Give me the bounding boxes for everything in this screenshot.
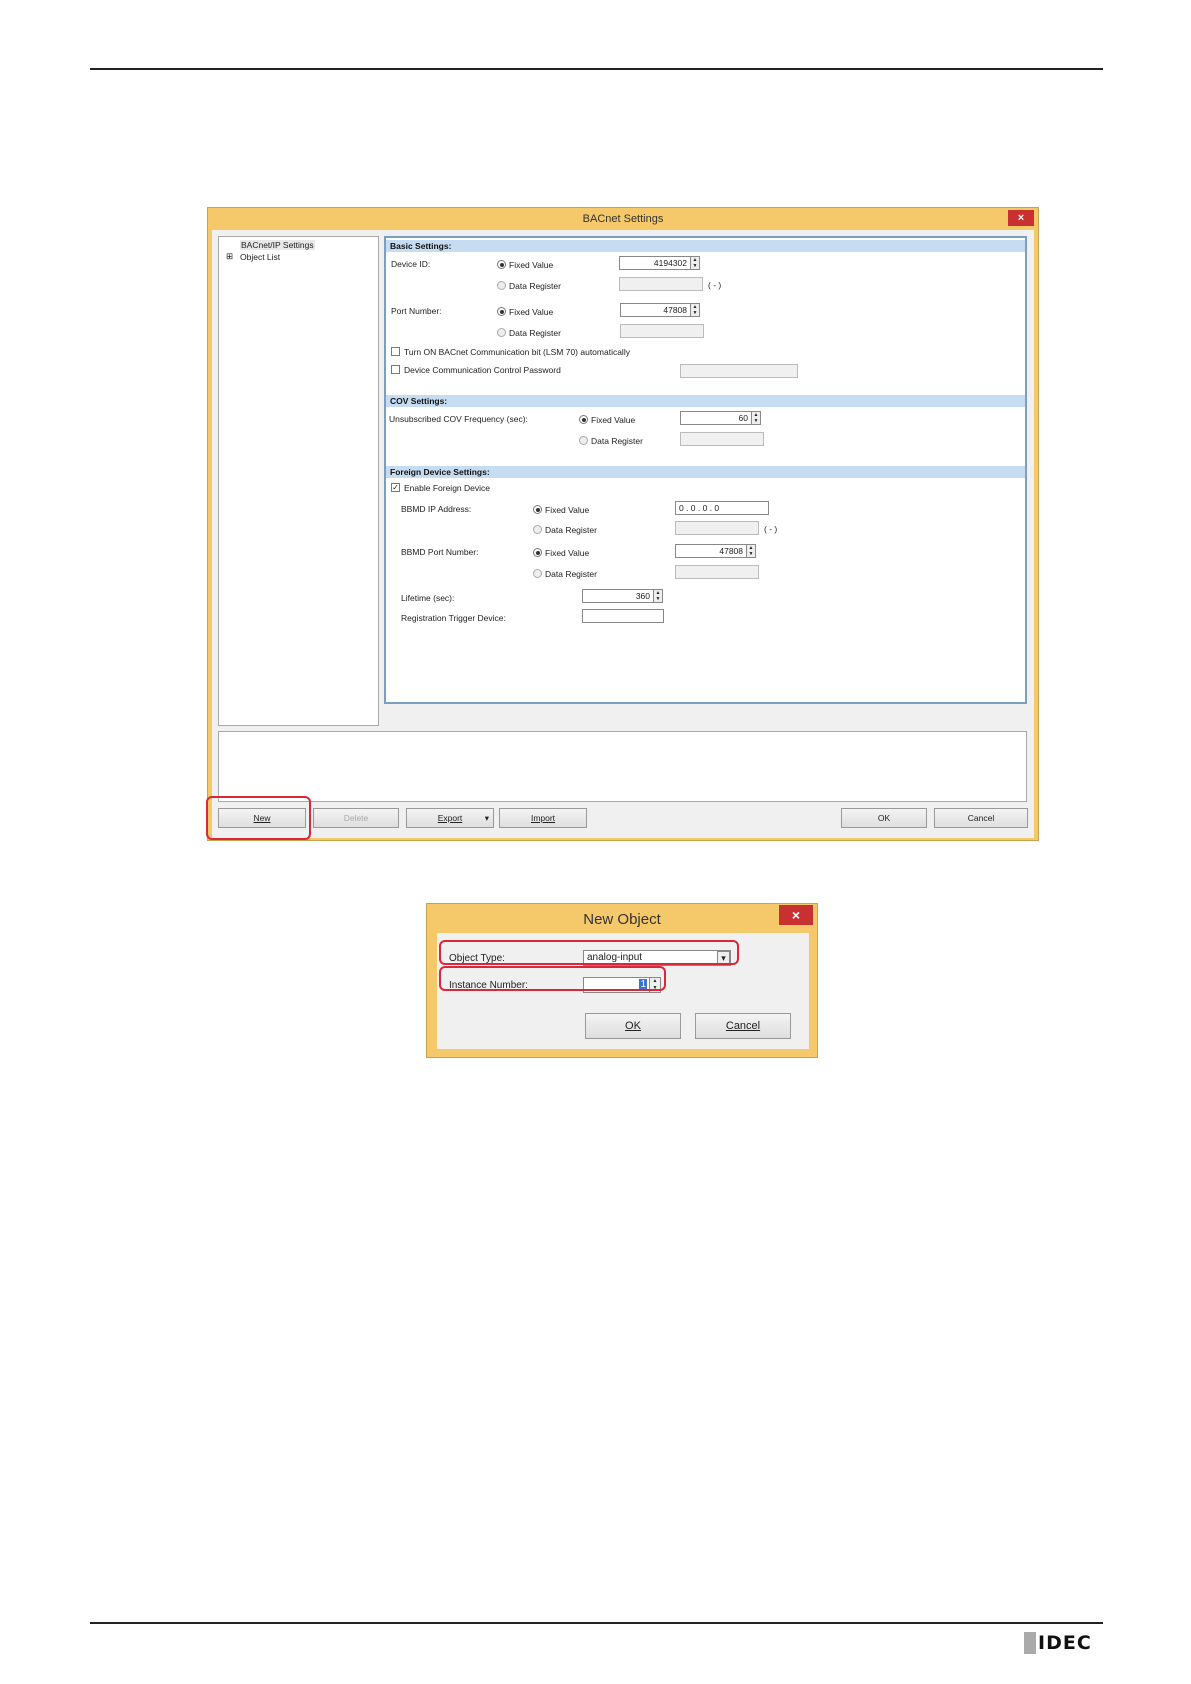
new-object-cancel-button[interactable]: Cancel — [695, 1013, 791, 1039]
cov-fixed-label: Fixed Value — [591, 415, 636, 425]
cov-settings-header: COV Settings: — [386, 395, 1025, 407]
bbmd-ip-register-label: Data Register — [545, 525, 597, 535]
settings-panel: Basic Settings: Device ID: Fixed Value 4… — [384, 236, 1027, 704]
port-number-label: Port Number: — [391, 306, 442, 316]
device-id-spinner[interactable]: ▲ ▼ — [690, 256, 700, 270]
cov-register-input[interactable] — [680, 432, 764, 446]
enable-foreign-checkbox[interactable]: ✓ — [391, 483, 400, 492]
export-label: Export — [437, 813, 463, 823]
device-id-input[interactable]: 4194302 — [619, 256, 691, 270]
ok-button[interactable]: OK — [841, 808, 927, 828]
bbmd-port-register-label: Data Register — [545, 569, 597, 579]
port-register-input[interactable] — [620, 324, 704, 338]
turn-on-checkbox[interactable] — [391, 347, 400, 356]
bbmd-ip-fixed-label: Fixed Value — [545, 505, 590, 515]
foreign-device-header: Foreign Device Settings: — [386, 466, 1025, 478]
idec-logo: IDEC — [1024, 1632, 1092, 1654]
tree-panel[interactable]: BACnet/IP Settings ⊞ Object List — [218, 236, 379, 726]
object-type-highlight — [439, 940, 739, 965]
password-label: Device Communication Control Password — [404, 365, 561, 375]
bbmd-ip-label: BBMD IP Address: — [401, 504, 472, 514]
bbmd-port-input[interactable]: 47808 — [675, 544, 747, 558]
tree-item-bacnet-ip-settings[interactable]: BACnet/IP Settings — [240, 240, 315, 250]
window-title: BACnet Settings — [582, 213, 664, 225]
tree-item-object-list[interactable]: Object List — [240, 252, 280, 262]
password-checkbox[interactable] — [391, 365, 400, 374]
bbmd-ip-fixed-radio[interactable] — [533, 505, 542, 514]
port-number-input[interactable]: 47808 — [620, 303, 691, 317]
bbmd-port-fixed-label: Fixed Value — [545, 548, 590, 558]
device-id-register-input[interactable] — [619, 277, 703, 291]
cancel-button[interactable]: Cancel — [934, 808, 1028, 828]
bbmd-port-register-radio[interactable] — [533, 569, 542, 578]
password-input[interactable] — [680, 364, 798, 378]
port-fixed-label: Fixed Value — [509, 307, 554, 317]
dialog-body: BACnet/IP Settings ⊞ Object List Basic S… — [212, 230, 1034, 838]
bbmd-ip-input[interactable]: 0 . 0 . 0 . 0 — [675, 501, 769, 515]
device-id-register-label: Data Register — [509, 281, 561, 291]
new-button-highlight — [206, 796, 311, 840]
port-fixed-radio[interactable] — [497, 307, 506, 316]
cov-frequency-input[interactable]: 60 — [680, 411, 752, 425]
export-button[interactable]: Export ▾ — [406, 808, 494, 828]
cov-fixed-radio[interactable] — [579, 415, 588, 424]
bacnet-settings-window: BACnet Settings × BACnet/IP Settings ⊞ O… — [207, 207, 1039, 841]
new-object-title: New Object — [583, 911, 661, 928]
cov-frequency-spinner[interactable]: ▲ ▼ — [751, 411, 761, 425]
lifetime-label: Lifetime (sec): — [401, 593, 455, 603]
lifetime-input[interactable]: 360 — [582, 589, 654, 603]
port-register-label: Data Register — [509, 328, 561, 338]
bbmd-port-fixed-radio[interactable] — [533, 548, 542, 557]
bbmd-port-register-input[interactable] — [675, 565, 759, 579]
instance-number-highlight — [439, 966, 666, 991]
registration-trigger-input[interactable] — [582, 609, 664, 623]
logo-bar — [1024, 1632, 1036, 1654]
logo-text: IDEC — [1038, 1632, 1092, 1654]
enable-foreign-label: Enable Foreign Device — [404, 483, 490, 493]
cov-register-radio[interactable] — [579, 436, 588, 445]
basic-settings-header: Basic Settings: — [386, 240, 1025, 252]
message-area — [218, 731, 1027, 802]
cov-frequency-label: Unsubscribed COV Frequency (sec): — [389, 414, 528, 424]
cov-register-label: Data Register — [591, 436, 643, 446]
expand-icon[interactable]: ⊞ — [226, 251, 233, 262]
device-id-label: Device ID: — [391, 259, 431, 269]
lifetime-spinner[interactable]: ▲ ▼ — [653, 589, 663, 603]
device-id-register-radio[interactable] — [497, 281, 506, 290]
bbmd-ip-register-radio[interactable] — [533, 525, 542, 534]
port-register-radio[interactable] — [497, 328, 506, 337]
import-button[interactable]: Import — [499, 808, 587, 828]
port-number-spinner[interactable]: ▲ ▼ — [690, 303, 700, 317]
bbmd-ip-register-suffix: ( - ) — [764, 524, 778, 534]
delete-button[interactable]: Delete — [313, 808, 399, 828]
new-object-close-icon[interactable]: × — [779, 905, 813, 925]
close-icon[interactable]: × — [1008, 210, 1034, 226]
bbmd-port-label: BBMD Port Number: — [401, 547, 479, 557]
bbmd-port-spinner[interactable]: ▲ ▼ — [746, 544, 756, 558]
bottom-rule — [90, 1622, 1103, 1624]
device-id-fixed-label: Fixed Value — [509, 260, 554, 270]
export-dropdown-icon: ▾ — [484, 813, 489, 823]
top-rule — [90, 68, 1103, 70]
turn-on-label: Turn ON BACnet Communication bit (LSM 70… — [404, 347, 630, 357]
device-id-fixed-radio[interactable] — [497, 260, 506, 269]
new-object-ok-button[interactable]: OK — [585, 1013, 681, 1039]
bbmd-ip-register-input[interactable] — [675, 521, 759, 535]
device-id-register-suffix: ( - ) — [708, 280, 722, 290]
registration-trigger-label: Registration Trigger Device: — [401, 613, 506, 623]
